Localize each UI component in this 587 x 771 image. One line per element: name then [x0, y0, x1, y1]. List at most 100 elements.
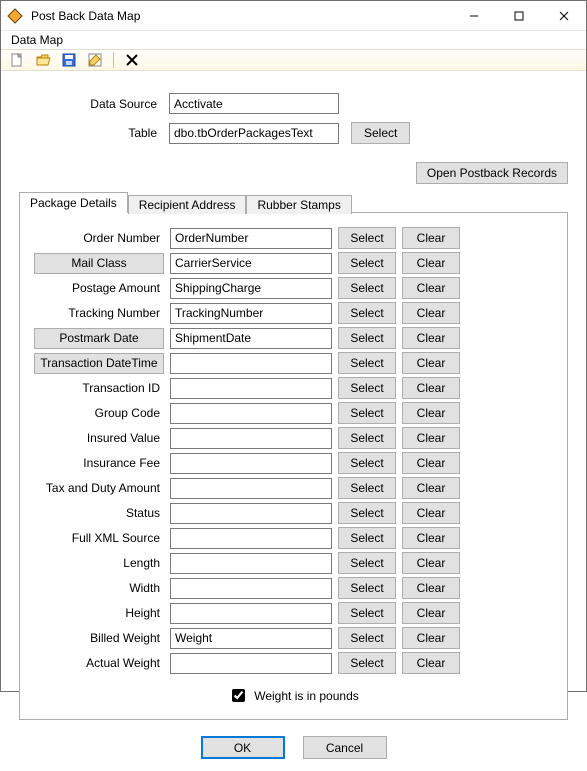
saveas-icon[interactable] — [85, 50, 105, 70]
field-grid: Order Number Select Clear Mail Class Select C… — [34, 227, 553, 674]
tab-rubber-stamps[interactable]: Rubber Stamps — [246, 195, 351, 214]
save-disk-icon[interactable] — [59, 50, 79, 70]
field-value-input[interactable] — [170, 478, 332, 499]
field-label: Postage Amount — [34, 281, 164, 295]
field-clear-button[interactable]: Clear — [402, 327, 460, 349]
tab-panel-package-details: Order Number Select Clear Mail Class Select C… — [19, 212, 568, 720]
field-select-button[interactable]: Select — [338, 227, 396, 249]
field-select-button[interactable]: Select — [338, 402, 396, 424]
field-value-input[interactable] — [170, 428, 332, 449]
field-value-input[interactable] — [170, 253, 332, 274]
content-area: Data Source Table Select Open Postback R… — [1, 71, 586, 771]
field-clear-button[interactable]: Clear — [402, 377, 460, 399]
cancel-button[interactable]: Cancel — [303, 736, 387, 759]
field-value-input[interactable] — [170, 553, 332, 574]
field-label: Transaction ID — [34, 381, 164, 395]
field-clear-button[interactable]: Clear — [402, 402, 460, 424]
menu-bar: Data Map — [1, 31, 586, 49]
open-folder-icon[interactable] — [33, 50, 53, 70]
table-input[interactable] — [169, 123, 339, 144]
field-clear-button[interactable]: Clear — [402, 277, 460, 299]
field-value-input[interactable] — [170, 603, 332, 624]
field-select-button[interactable]: Select — [338, 627, 396, 649]
tab-package-details[interactable]: Package Details — [19, 192, 128, 213]
menu-data-map[interactable]: Data Map — [5, 31, 69, 49]
field-label: Insured Value — [34, 431, 164, 445]
top-fields: Data Source Table Select — [19, 93, 568, 152]
field-label-button[interactable]: Transaction DateTime — [34, 353, 164, 374]
field-value-input[interactable] — [170, 303, 332, 324]
field-select-button[interactable]: Select — [338, 502, 396, 524]
toolbar-separator — [113, 52, 114, 68]
field-label: Tracking Number — [34, 306, 164, 320]
field-clear-button[interactable]: Clear — [402, 552, 460, 574]
field-clear-button[interactable]: Clear — [402, 427, 460, 449]
dialog-buttons: OK Cancel — [19, 736, 568, 759]
field-label: Tax and Duty Amount — [34, 481, 164, 495]
field-select-button[interactable]: Select — [338, 552, 396, 574]
field-select-button[interactable]: Select — [338, 377, 396, 399]
field-value-input[interactable] — [170, 378, 332, 399]
field-value-input[interactable] — [170, 628, 332, 649]
toolbar — [1, 49, 586, 71]
field-value-input[interactable] — [170, 278, 332, 299]
minimize-button[interactable] — [451, 1, 496, 31]
window-frame: Post Back Data Map Data Map — [0, 0, 587, 692]
field-label: Width — [34, 581, 164, 595]
field-select-button[interactable]: Select — [338, 602, 396, 624]
ok-button[interactable]: OK — [201, 736, 285, 759]
weight-pounds-checkbox[interactable] — [232, 689, 245, 702]
field-clear-button[interactable]: Clear — [402, 227, 460, 249]
delete-x-icon[interactable] — [122, 50, 142, 70]
field-label-button[interactable]: Postmark Date — [34, 328, 164, 349]
open-postback-records-button[interactable]: Open Postback Records — [416, 162, 568, 184]
field-label: Length — [34, 556, 164, 570]
field-value-input[interactable] — [170, 228, 332, 249]
field-clear-button[interactable]: Clear — [402, 527, 460, 549]
field-value-input[interactable] — [170, 528, 332, 549]
field-select-button[interactable]: Select — [338, 302, 396, 324]
field-value-input[interactable] — [170, 403, 332, 424]
field-clear-button[interactable]: Clear — [402, 602, 460, 624]
field-value-input[interactable] — [170, 653, 332, 674]
tab-recipient-address[interactable]: Recipient Address — [128, 195, 247, 214]
field-value-input[interactable] — [170, 503, 332, 524]
weight-pounds-label[interactable]: Weight is in pounds — [254, 689, 359, 703]
field-value-input[interactable] — [170, 328, 332, 349]
field-clear-button[interactable]: Clear — [402, 627, 460, 649]
field-clear-button[interactable]: Clear — [402, 452, 460, 474]
field-select-button[interactable]: Select — [338, 427, 396, 449]
field-select-button[interactable]: Select — [338, 252, 396, 274]
field-label: Full XML Source — [34, 531, 164, 545]
field-clear-button[interactable]: Clear — [402, 302, 460, 324]
field-select-button[interactable]: Select — [338, 577, 396, 599]
window-title: Post Back Data Map — [29, 9, 451, 23]
data-source-input[interactable] — [169, 93, 339, 114]
field-label: Order Number — [34, 231, 164, 245]
field-select-button[interactable]: Select — [338, 352, 396, 374]
field-select-button[interactable]: Select — [338, 527, 396, 549]
field-value-input[interactable] — [170, 353, 332, 374]
field-select-button[interactable]: Select — [338, 327, 396, 349]
field-select-button[interactable]: Select — [338, 277, 396, 299]
field-select-button[interactable]: Select — [338, 652, 396, 674]
field-clear-button[interactable]: Clear — [402, 577, 460, 599]
maximize-button[interactable] — [496, 1, 541, 31]
field-select-button[interactable]: Select — [338, 477, 396, 499]
data-source-label: Data Source — [19, 97, 169, 111]
new-file-icon[interactable] — [7, 50, 27, 70]
field-clear-button[interactable]: Clear — [402, 502, 460, 524]
field-clear-button[interactable]: Clear — [402, 352, 460, 374]
field-clear-button[interactable]: Clear — [402, 652, 460, 674]
close-button[interactable] — [541, 1, 586, 31]
field-label: Insurance Fee — [34, 456, 164, 470]
title-bar: Post Back Data Map — [1, 1, 586, 31]
field-clear-button[interactable]: Clear — [402, 477, 460, 499]
field-value-input[interactable] — [170, 453, 332, 474]
field-label-button[interactable]: Mail Class — [34, 253, 164, 274]
table-select-button[interactable]: Select — [351, 122, 410, 144]
field-label: Billed Weight — [34, 631, 164, 645]
field-clear-button[interactable]: Clear — [402, 252, 460, 274]
field-select-button[interactable]: Select — [338, 452, 396, 474]
field-value-input[interactable] — [170, 578, 332, 599]
